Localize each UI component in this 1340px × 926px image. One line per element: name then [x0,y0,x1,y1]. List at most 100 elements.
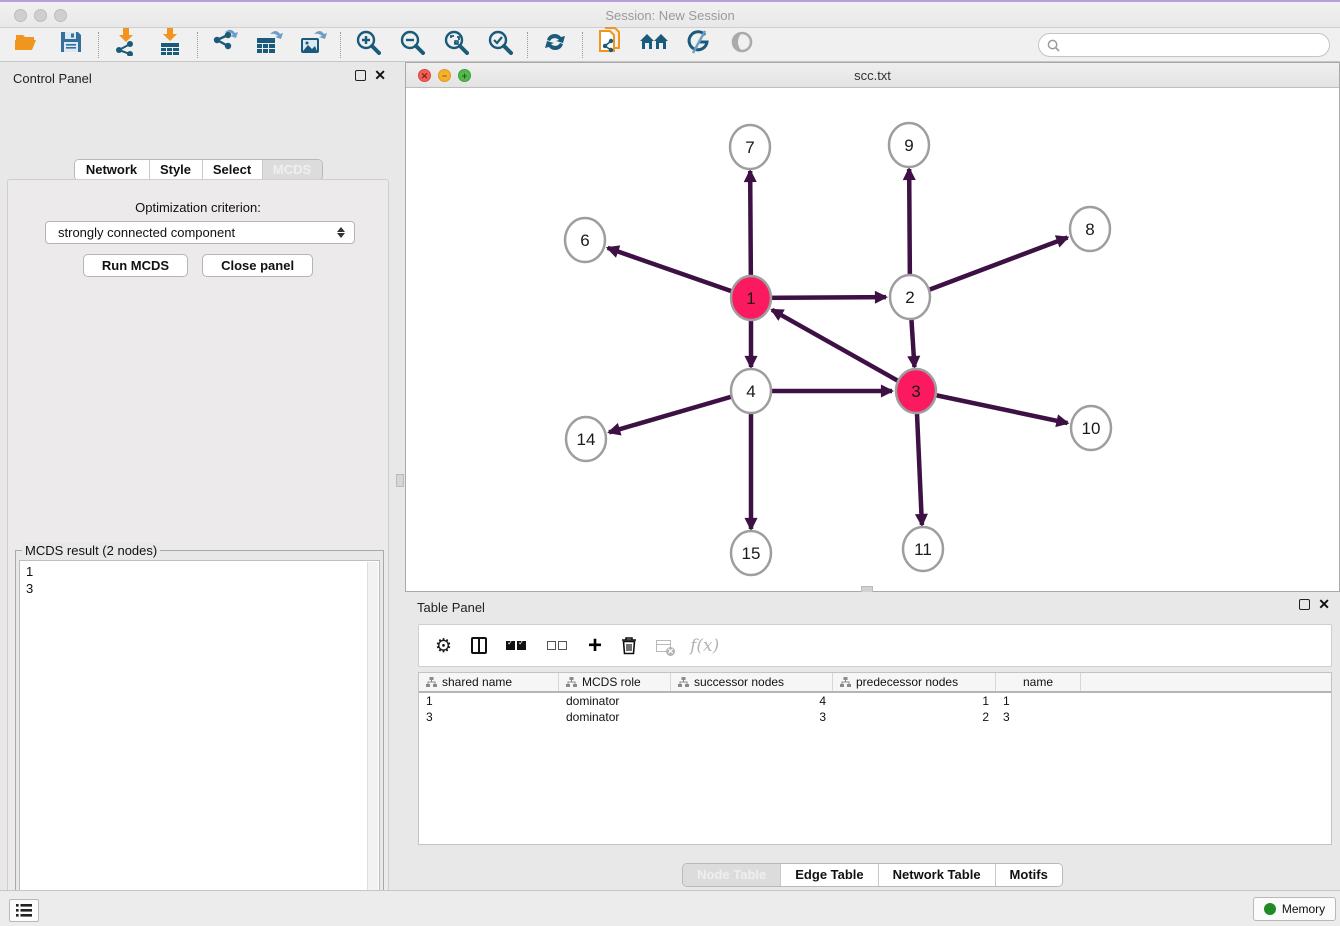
export-table-icon [255,28,283,61]
column-header-name[interactable]: name [996,673,1081,691]
graph-node-8[interactable]: 8 [1070,207,1110,251]
column-header-shared-name[interactable]: shared name [419,673,559,691]
graph-node-label: 8 [1085,220,1094,239]
save-session-button[interactable] [57,31,85,59]
zoom-fit-icon [443,29,469,60]
graph-node-label: 7 [745,138,754,157]
network-window-title: scc.txt [406,68,1339,83]
tab-network-table[interactable]: Network Table [878,864,995,886]
graph-node-11[interactable]: 11 [903,527,943,571]
tab-style[interactable]: Style [149,160,202,180]
export-image-button[interactable] [299,31,327,59]
select-all-icon[interactable] [506,633,528,659]
zoom-out-button[interactable] [398,31,426,59]
trash-icon[interactable] [621,633,637,659]
graph-node-7[interactable]: 7 [730,125,770,169]
open-session-button[interactable] [13,31,41,59]
float-table-panel-icon[interactable] [1299,599,1310,610]
tab-node-table[interactable]: Node Table [683,864,780,886]
graph-edge-2-8[interactable] [910,237,1068,297]
graph-node-label: 6 [580,231,589,250]
graph-node-1[interactable]: 1 [731,276,771,320]
refresh-button[interactable] [541,31,569,59]
graph-node-label: 1 [746,289,755,308]
network-window-titlebar[interactable]: ✕ − + scc.txt [406,63,1339,88]
import-network-icon [113,28,139,61]
zoom-selected-icon [487,29,513,60]
mcds-panel: Optimization criterion: strongly connect… [7,179,389,926]
mcds-result-box[interactable]: 1 3 [19,560,380,926]
sort-hierarchy-icon [426,677,437,688]
graph-edge-3-10[interactable] [916,391,1068,423]
home-pair-button[interactable] [640,31,668,59]
network-canvas[interactable]: 1 2 3 4 6 7 8 9 10 11 14 15 [406,89,1339,591]
graph-node-2[interactable]: 2 [890,275,930,319]
export-network-button[interactable] [211,31,239,59]
window-titlebar: Session: New Session [0,0,1340,28]
search-input[interactable] [1060,38,1329,52]
run-mcds-button[interactable]: Run MCDS [83,254,188,277]
add-icon[interactable]: + [588,633,602,659]
tab-edge-table[interactable]: Edge Table [780,864,877,886]
column-header-predecessor-nodes[interactable]: predecessor nodes [833,673,996,691]
tab-mcds[interactable]: MCDS [262,160,322,180]
duplicate-network-button[interactable] [596,31,624,59]
close-panel-button[interactable]: Close panel [202,254,313,277]
graph-edge-4-14[interactable] [609,391,751,432]
tab-select[interactable]: Select [202,160,262,180]
search-field[interactable] [1038,33,1330,57]
import-network-button[interactable] [112,31,140,59]
close-panel-icon[interactable]: ✕ [374,70,386,81]
status-bar: Memory [0,890,1340,926]
columns-icon[interactable] [471,633,487,659]
graph-node-6[interactable]: 6 [565,218,605,262]
table-row[interactable]: 1 dominator 4 1 1 [419,693,1331,709]
deselect-all-icon[interactable] [547,633,569,659]
graph-node-label: 4 [746,382,755,401]
node-table[interactable]: shared name MCDS role successor nodes pr… [418,672,1332,845]
graph-node-4[interactable]: 4 [731,369,771,413]
graph-node-9[interactable]: 9 [889,123,929,167]
vertical-splitter-handle[interactable] [396,474,404,487]
main-toolbar [0,28,1340,62]
network-view-window: ✕ − + scc.txt 1 2 3 4 6 7 8 9 10 11 14 15 [405,62,1340,592]
graph-node-3[interactable]: 3 [896,369,936,413]
control-panel: Control Panel ✕ Network Style Select MCD… [0,62,396,890]
table-header-row: shared name MCDS role successor nodes pr… [419,673,1331,693]
column-header-successor-nodes[interactable]: successor nodes [671,673,833,691]
tab-motifs[interactable]: Motifs [995,864,1062,886]
memory-button[interactable]: Memory [1253,897,1336,921]
zoom-in-icon [355,29,381,60]
graph-node-14[interactable]: 14 [566,417,606,461]
export-table-button[interactable] [255,31,283,59]
import-table-button[interactable] [156,31,184,59]
sort-hierarchy-icon [678,677,689,688]
memory-button-label: Memory [1282,902,1325,916]
column-header-mcds-role[interactable]: MCDS role [559,673,671,691]
tab-network[interactable]: Network [75,160,149,180]
criterion-select[interactable]: strongly connected component [45,221,355,244]
close-table-panel-icon[interactable]: ✕ [1318,599,1330,610]
eye-button[interactable] [728,31,756,59]
graph-node-label: 15 [742,544,761,563]
function-builder-icon: f(x) [690,633,719,659]
zoom-selected-button[interactable] [486,31,514,59]
float-panel-icon[interactable] [355,70,366,81]
zoom-in-button[interactable] [354,31,382,59]
table-row[interactable]: 3 dominator 3 2 3 [419,709,1331,725]
graph-edge-1-6[interactable] [608,248,751,298]
graph-node-15[interactable]: 15 [731,531,771,575]
graph-node-label: 2 [905,288,914,307]
gene-ontology-button[interactable] [684,31,712,59]
show-task-history-button[interactable] [9,899,39,922]
graph-node-10[interactable]: 10 [1071,406,1111,450]
table-panel-title: Table Panel [417,600,485,615]
delete-table-icon [656,633,671,659]
gear-icon[interactable]: ⚙ [435,633,452,659]
mcds-result-group: MCDS result (2 nodes) 1 3 [15,550,384,926]
zoom-fit-button[interactable] [442,31,470,59]
result-scrollbar[interactable] [367,562,378,926]
graph-edge-3-1[interactable] [772,310,916,391]
graph-node-label: 10 [1082,419,1101,438]
network-canvas-svg: 1 2 3 4 6 7 8 9 10 11 14 15 [406,89,1339,591]
